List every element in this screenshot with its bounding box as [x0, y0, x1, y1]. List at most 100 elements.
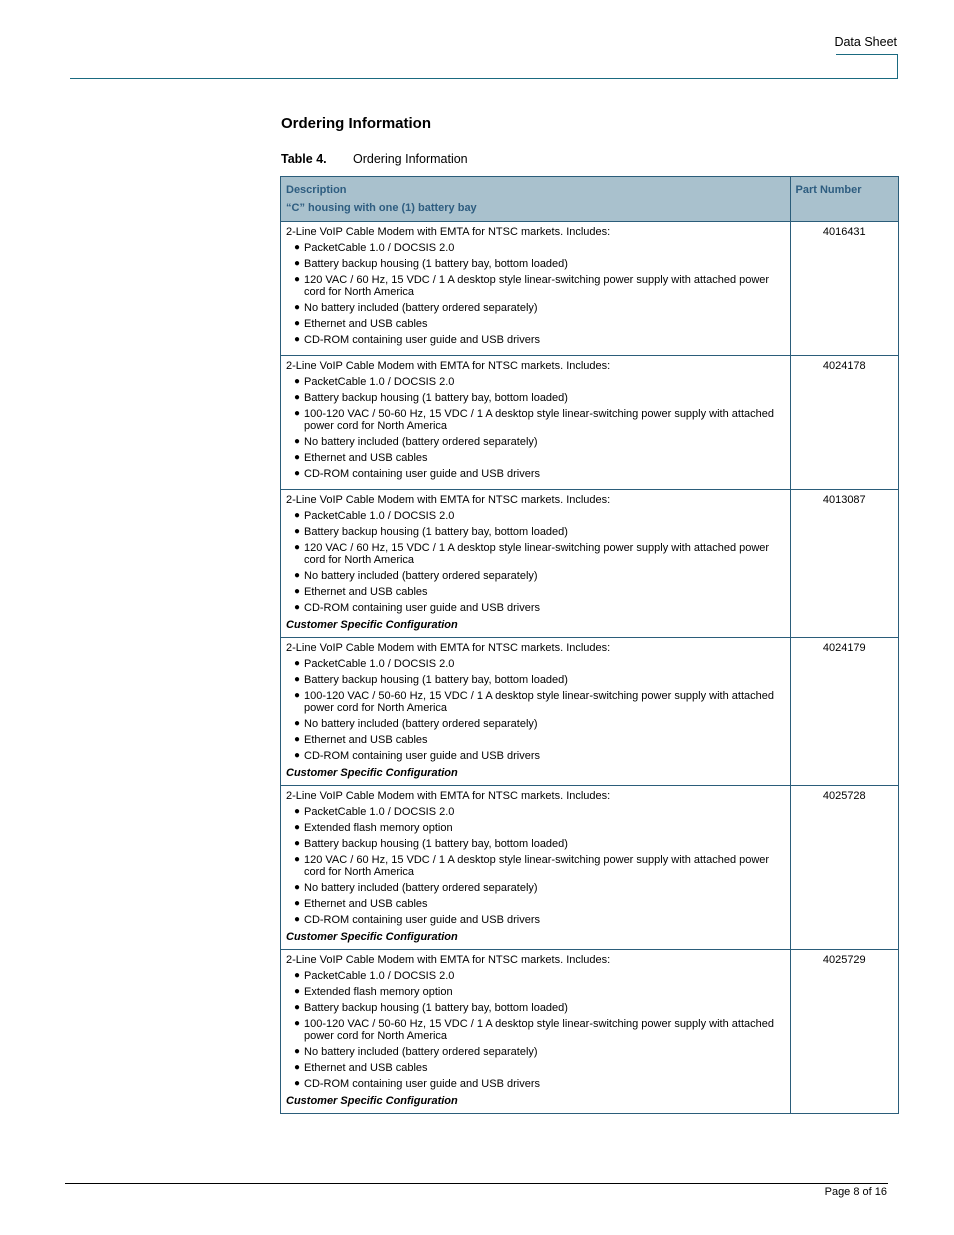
bullet-icon: ●	[294, 510, 301, 521]
feature-item: ● CD-ROM containing user guide and USB dr…	[294, 914, 785, 926]
header-accent-box	[836, 54, 898, 79]
bullet-icon: ●	[294, 274, 301, 285]
feature-item: ● Ethernet and USB cables	[294, 734, 785, 746]
feature-item: ● Ethernet and USB cables	[294, 1062, 785, 1074]
feature-item: ● CD-ROM containing user guide and USB dr…	[294, 602, 785, 614]
description-cell: 2-Line VoIP Cable Modem with EMTA for NT…	[280, 949, 791, 1114]
feature-text: PacketCable 1.0 / DOCSIS 2.0	[304, 510, 455, 522]
feature-item: ● PacketCable 1.0 / DOCSIS 2.0	[294, 242, 785, 254]
feature-list: ● PacketCable 1.0 / DOCSIS 2.0 ● Extended f…	[286, 970, 785, 1090]
feature-item: ● 100-120 VAC / 50-60 Hz, 15 VDC / 1 A de…	[294, 1018, 785, 1042]
feature-item: ● No battery included (battery ordered se…	[294, 1046, 785, 1058]
bullet-icon: ●	[294, 854, 301, 865]
feature-text: Battery backup housing (1 battery bay, b…	[304, 258, 568, 270]
feature-text: Battery backup housing (1 battery bay, b…	[304, 1002, 568, 1014]
bullet-icon: ●	[294, 1018, 301, 1029]
part-number-cell: 4024179	[789, 637, 900, 786]
configuration-note: Customer Specific Configuration	[286, 931, 458, 943]
document-type-label: Data Sheet	[834, 35, 897, 49]
column-header-description: Description “C” housing with one (1) bat…	[280, 176, 791, 222]
feature-item: ● 120 VAC / 60 Hz, 15 VDC / 1 A desktop s…	[294, 542, 785, 566]
feature-text: CD-ROM containing user guide and USB dri…	[304, 468, 540, 480]
feature-text: No battery included (battery ordered sep…	[304, 1046, 538, 1058]
bullet-icon: ●	[294, 658, 301, 669]
feature-list: ● PacketCable 1.0 / DOCSIS 2.0 ● Battery ba…	[286, 510, 785, 614]
table-row: 2-Line VoIP Cable Modem with EMTA for NT…	[280, 221, 900, 356]
bullet-icon: ●	[294, 1002, 301, 1013]
feature-item: ● Ethernet and USB cables	[294, 898, 785, 910]
bullet-icon: ●	[294, 570, 301, 581]
feature-text: 100-120 VAC / 50-60 Hz, 15 VDC / 1 A des…	[304, 690, 774, 714]
feature-list: ● PacketCable 1.0 / DOCSIS 2.0 ● Battery ba…	[286, 242, 785, 346]
feature-text: No battery included (battery ordered sep…	[304, 302, 538, 314]
configuration-note: Customer Specific Configuration	[286, 619, 458, 631]
feature-text: 100-120 VAC / 50-60 Hz, 15 VDC / 1 A des…	[304, 1018, 774, 1042]
table-row: 2-Line VoIP Cable Modem with EMTA for NT…	[280, 489, 900, 638]
bullet-icon: ●	[294, 376, 301, 387]
description-cell: 2-Line VoIP Cable Modem with EMTA for NT…	[280, 637, 791, 786]
feature-item: ● CD-ROM containing user guide and USB dr…	[294, 468, 785, 480]
part-number-cell: 4025728	[789, 785, 900, 950]
feature-text: No battery included (battery ordered sep…	[304, 436, 538, 448]
feature-item: ● 120 VAC / 60 Hz, 15 VDC / 1 A desktop s…	[294, 854, 785, 878]
table-caption-title: Ordering Information	[353, 152, 468, 166]
configuration-note: Customer Specific Configuration	[286, 767, 458, 779]
feature-item: ● CD-ROM containing user guide and USB dr…	[294, 750, 785, 762]
bullet-icon: ●	[294, 1062, 301, 1073]
feature-item: ● Battery backup housing (1 battery bay, …	[294, 838, 785, 850]
bullet-icon: ●	[294, 586, 301, 597]
feature-item: ● Battery backup housing (1 battery bay, …	[294, 526, 785, 538]
feature-item: ● PacketCable 1.0 / DOCSIS 2.0	[294, 970, 785, 982]
feature-text: Extended flash memory option	[304, 822, 453, 834]
bullet-icon: ●	[294, 718, 301, 729]
footer-rule	[65, 1183, 888, 1184]
column-header-description-subtitle: “C” housing with one (1) battery bay	[286, 202, 477, 214]
feature-item: ● 100-120 VAC / 50-60 Hz, 15 VDC / 1 A de…	[294, 690, 785, 714]
feature-text: 100-120 VAC / 50-60 Hz, 15 VDC / 1 A des…	[304, 408, 774, 432]
bullet-icon: ●	[294, 452, 301, 463]
feature-text: Ethernet and USB cables	[304, 1062, 428, 1074]
feature-text: PacketCable 1.0 / DOCSIS 2.0	[304, 658, 455, 670]
bullet-icon: ●	[294, 1046, 301, 1057]
table-body: 2-Line VoIP Cable Modem with EMTA for NT…	[280, 221, 900, 1114]
bullet-icon: ●	[294, 436, 301, 447]
feature-text: Battery backup housing (1 battery bay, b…	[304, 838, 568, 850]
feature-text: 120 VAC / 60 Hz, 15 VDC / 1 A desktop st…	[304, 274, 770, 298]
feature-text: Ethernet and USB cables	[304, 898, 428, 910]
feature-text: PacketCable 1.0 / DOCSIS 2.0	[304, 376, 455, 388]
description-cell: 2-Line VoIP Cable Modem with EMTA for NT…	[280, 221, 791, 356]
bullet-icon: ●	[294, 602, 301, 613]
feature-item: ● No battery included (battery ordered se…	[294, 882, 785, 894]
table-row: 2-Line VoIP Cable Modem with EMTA for NT…	[280, 785, 900, 950]
feature-text: No battery included (battery ordered sep…	[304, 882, 538, 894]
feature-text: 120 VAC / 60 Hz, 15 VDC / 1 A desktop st…	[304, 542, 770, 566]
description-cell: 2-Line VoIP Cable Modem with EMTA for NT…	[280, 355, 791, 490]
bullet-icon: ●	[294, 838, 301, 849]
feature-text: Battery backup housing (1 battery bay, b…	[304, 392, 568, 404]
bullet-icon: ●	[294, 750, 301, 761]
feature-item: ● No battery included (battery ordered se…	[294, 718, 785, 730]
table-row: 2-Line VoIP Cable Modem with EMTA for NT…	[280, 949, 900, 1114]
feature-item: ● PacketCable 1.0 / DOCSIS 2.0	[294, 658, 785, 670]
bullet-icon: ●	[294, 690, 301, 701]
feature-text: Battery backup housing (1 battery bay, b…	[304, 674, 568, 686]
feature-item: ● 120 VAC / 60 Hz, 15 VDC / 1 A desktop s…	[294, 274, 785, 298]
bullet-icon: ●	[294, 914, 301, 925]
feature-item: ● CD-ROM containing user guide and USB dr…	[294, 1078, 785, 1090]
product-intro: 2-Line VoIP Cable Modem with EMTA for NT…	[286, 642, 611, 654]
column-header-part-number: Part Number	[789, 176, 900, 222]
bullet-icon: ●	[294, 674, 301, 685]
description-cell: 2-Line VoIP Cable Modem with EMTA for NT…	[280, 785, 791, 950]
feature-text: No battery included (battery ordered sep…	[304, 570, 538, 582]
feature-text: PacketCable 1.0 / DOCSIS 2.0	[304, 970, 455, 982]
bullet-icon: ●	[294, 334, 301, 345]
bullet-icon: ●	[294, 468, 301, 479]
feature-text: PacketCable 1.0 / DOCSIS 2.0	[304, 242, 455, 254]
feature-item: ● CD-ROM containing user guide and USB dr…	[294, 334, 785, 346]
bullet-icon: ●	[294, 970, 301, 981]
feature-text: PacketCable 1.0 / DOCSIS 2.0	[304, 806, 455, 818]
feature-list: ● PacketCable 1.0 / DOCSIS 2.0 ● Battery ba…	[286, 658, 785, 762]
feature-item: ● Ethernet and USB cables	[294, 318, 785, 330]
bullet-icon: ●	[294, 882, 301, 893]
part-number-cell: 4016431	[789, 221, 900, 356]
